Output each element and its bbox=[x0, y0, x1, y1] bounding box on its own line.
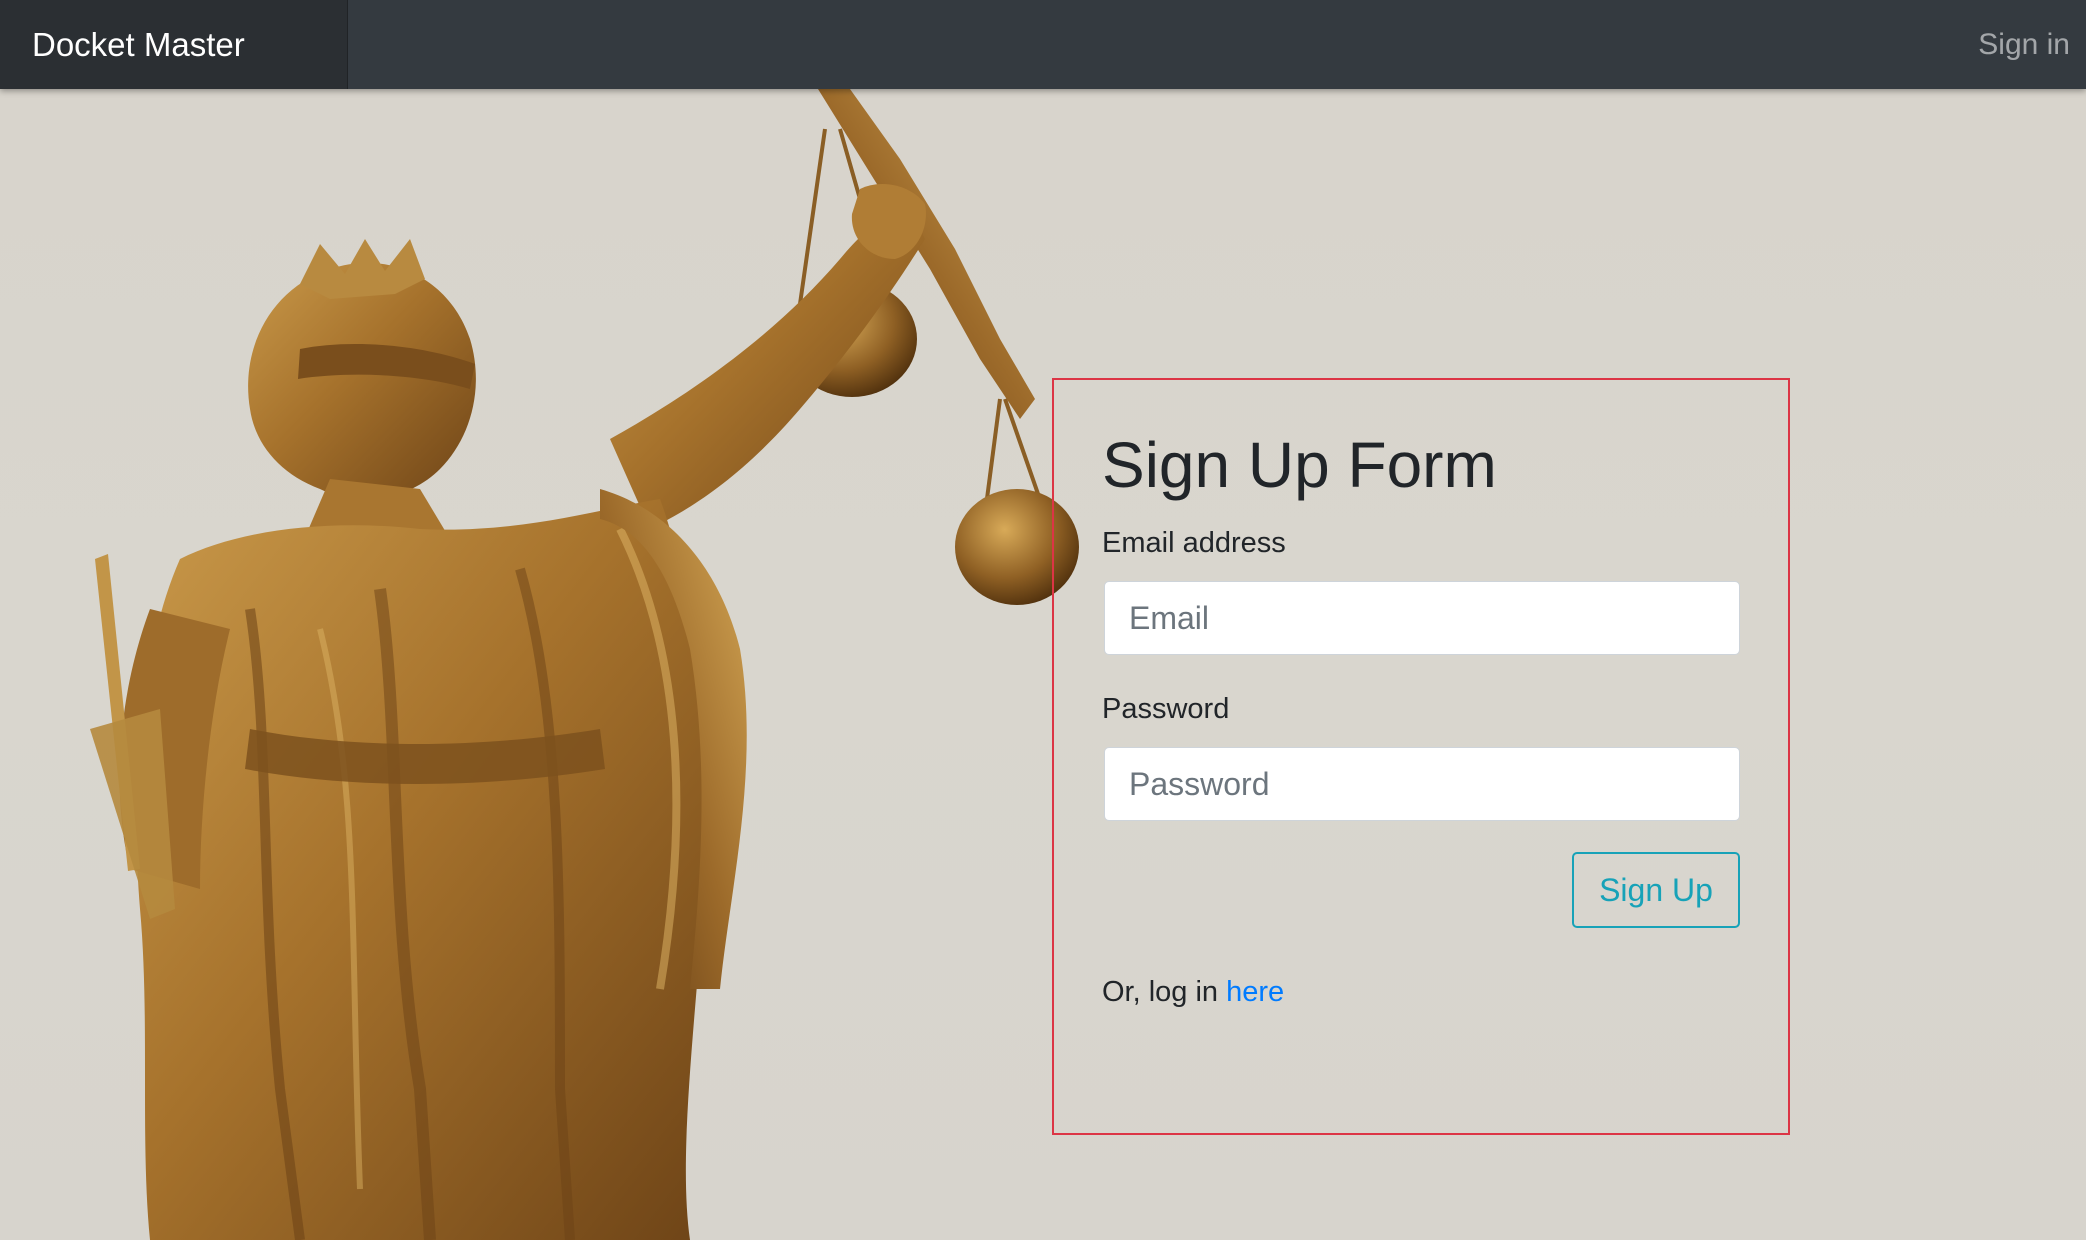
justice-statue-image bbox=[90, 89, 1079, 1240]
email-input[interactable] bbox=[1104, 581, 1740, 655]
login-prefix-text: Or, log in bbox=[1102, 976, 1227, 1008]
sign-up-form: Sign Up Form Email address Password Sign… bbox=[1052, 378, 1790, 1135]
nav-sign-in-link[interactable]: Sign in bbox=[1978, 0, 2070, 89]
sign-up-button[interactable]: Sign Up bbox=[1572, 852, 1740, 928]
page: Docket Master Sign in Sign Up Form Email… bbox=[0, 0, 2086, 1240]
brand-logo[interactable]: Docket Master bbox=[0, 0, 348, 89]
form-title: Sign Up Form bbox=[1102, 429, 1497, 501]
password-label: Password bbox=[1102, 693, 1230, 725]
email-label: Email address bbox=[1102, 527, 1286, 559]
navbar: Docket Master Sign in bbox=[0, 0, 2086, 89]
login-here-link[interactable]: here bbox=[1226, 976, 1284, 1008]
password-input[interactable] bbox=[1104, 747, 1740, 821]
login-prompt: Or, log in here bbox=[1102, 976, 1284, 1009]
